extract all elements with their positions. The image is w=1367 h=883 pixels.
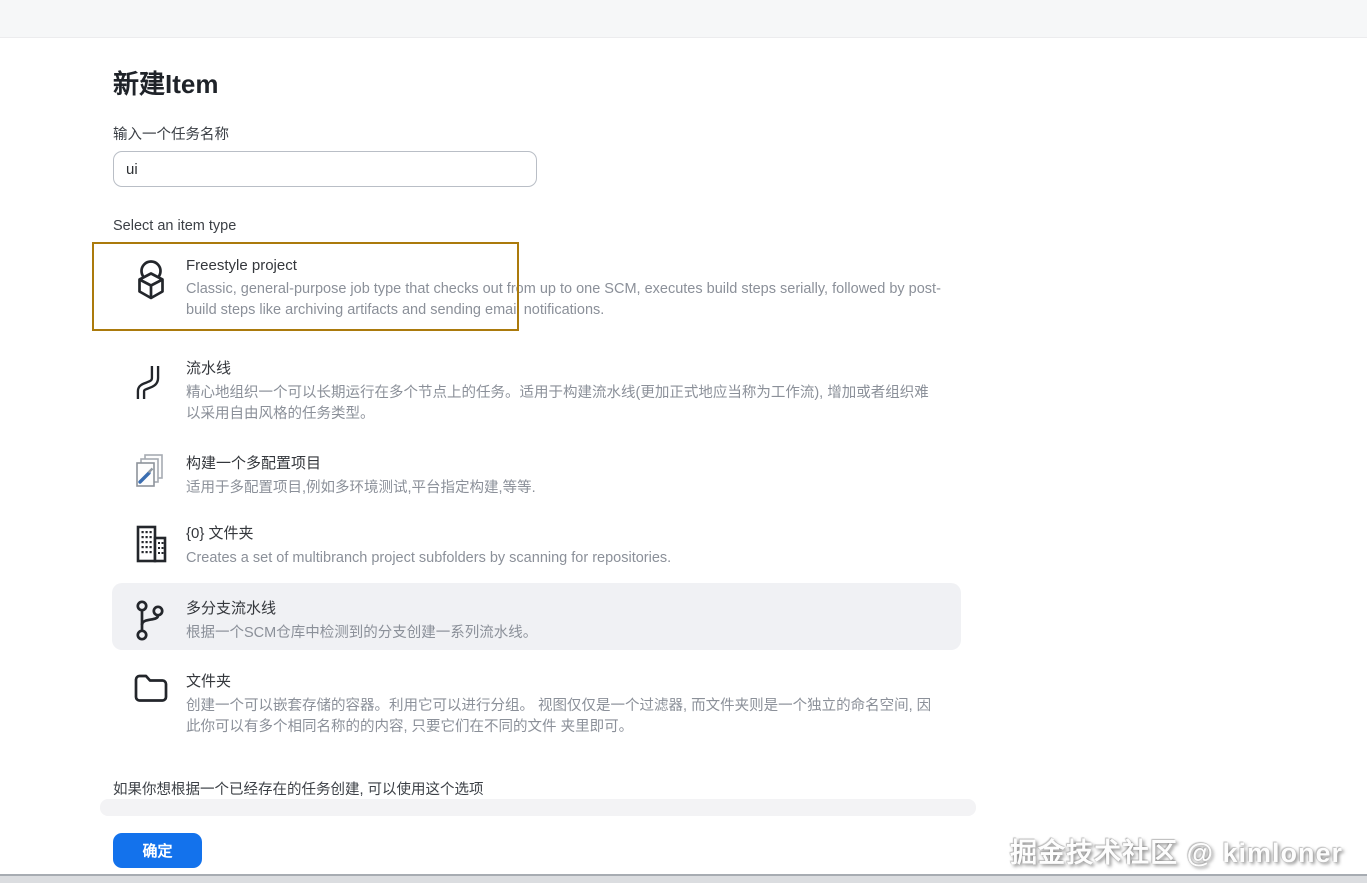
item-name-input[interactable] — [113, 151, 537, 187]
item-type-pipeline[interactable]: 流水线 精心地组织一个可以长期运行在多个节点上的任务。适用于构建流水线(更加正式… — [113, 345, 961, 429]
item-description: 适用于多配置项目,例如多环境测试,平台指定构建,等等. — [186, 480, 536, 496]
copy-from-hint: 如果你想根据一个已经存在的任务创建, 可以使用这个选项 — [113, 782, 484, 798]
item-type-freestyle-project[interactable]: Freestyle project Classic, general-purpo… — [113, 242, 961, 332]
item-type-organization-folder[interactable]: {0} 文件夹 Creates a set of multibranch pro… — [113, 510, 961, 572]
multibranch-pipeline-icon — [133, 598, 169, 642]
pipeline-icon — [133, 358, 169, 402]
item-description: Classic, general-purpose job type that c… — [186, 281, 941, 318]
folder-icon — [133, 671, 169, 705]
freestyle-project-icon — [133, 258, 169, 304]
item-type-multiconfiguration[interactable]: 构建一个多配置项目 适用于多配置项目,例如多环境测试,平台指定构建,等等. — [113, 440, 961, 502]
item-name-label: 输入一个任务名称 — [113, 127, 229, 143]
item-title: {0} 文件夹 — [186, 525, 254, 542]
item-type-folder[interactable]: 文件夹 创建一个可以嵌套存储的容器。利用它可以进行分组。 视图仅仅是一个过滤器,… — [113, 658, 961, 742]
multiconfiguration-icon — [133, 453, 169, 493]
item-title: Freestyle project — [186, 257, 297, 274]
collapsed-copy-from-band — [100, 799, 976, 816]
item-type-multibranch-pipeline[interactable]: 多分支流水线 根据一个SCM仓库中检测到的分支创建一系列流水线。 — [112, 583, 961, 650]
item-description: 精心地组织一个可以长期运行在多个节点上的任务。适用于构建流水线(更加正式地应当称… — [186, 385, 929, 422]
watermark-text: 掘金技术社区 @ kimloner — [1010, 838, 1343, 868]
top-bar — [0, 0, 1367, 38]
item-texts: 多分支流水线 根据一个SCM仓库中检测到的分支创建一系列流水线。 — [186, 597, 537, 644]
item-texts: 构建一个多配置项目 适用于多配置项目,例如多环境测试,平台指定构建,等等. — [186, 452, 536, 499]
item-description: 创建一个可以嵌套存储的容器。利用它可以进行分组。 视图仅仅是一个过滤器, 而文件… — [186, 698, 932, 735]
new-item-page: 新建Item 输入一个任务名称 Select an item type Free… — [0, 0, 1367, 883]
item-texts: Freestyle project Classic, general-purpo… — [186, 257, 943, 321]
item-title: 文件夹 — [186, 673, 232, 690]
item-title: 流水线 — [186, 360, 232, 377]
item-texts: 流水线 精心地组织一个可以长期运行在多个节点上的任务。适用于构建流水线(更加正式… — [186, 357, 943, 425]
item-texts: 文件夹 创建一个可以嵌套存储的容器。利用它可以进行分组。 视图仅仅是一个过滤器,… — [186, 670, 943, 738]
organization-folder-icon — [133, 523, 169, 565]
ok-button[interactable]: 确定 — [113, 833, 202, 868]
item-title: 多分支流水线 — [186, 600, 277, 617]
page-title: 新建Item — [113, 69, 219, 99]
item-type-label: Select an item type — [113, 218, 237, 234]
item-title: 构建一个多配置项目 — [186, 455, 322, 472]
item-description: 根据一个SCM仓库中检测到的分支创建一系列流水线。 — [186, 625, 538, 641]
item-texts: {0} 文件夹 Creates a set of multibranch pro… — [186, 522, 671, 569]
item-description: Creates a set of multibranch project sub… — [186, 550, 672, 566]
bottom-edge-strip — [0, 874, 1367, 883]
